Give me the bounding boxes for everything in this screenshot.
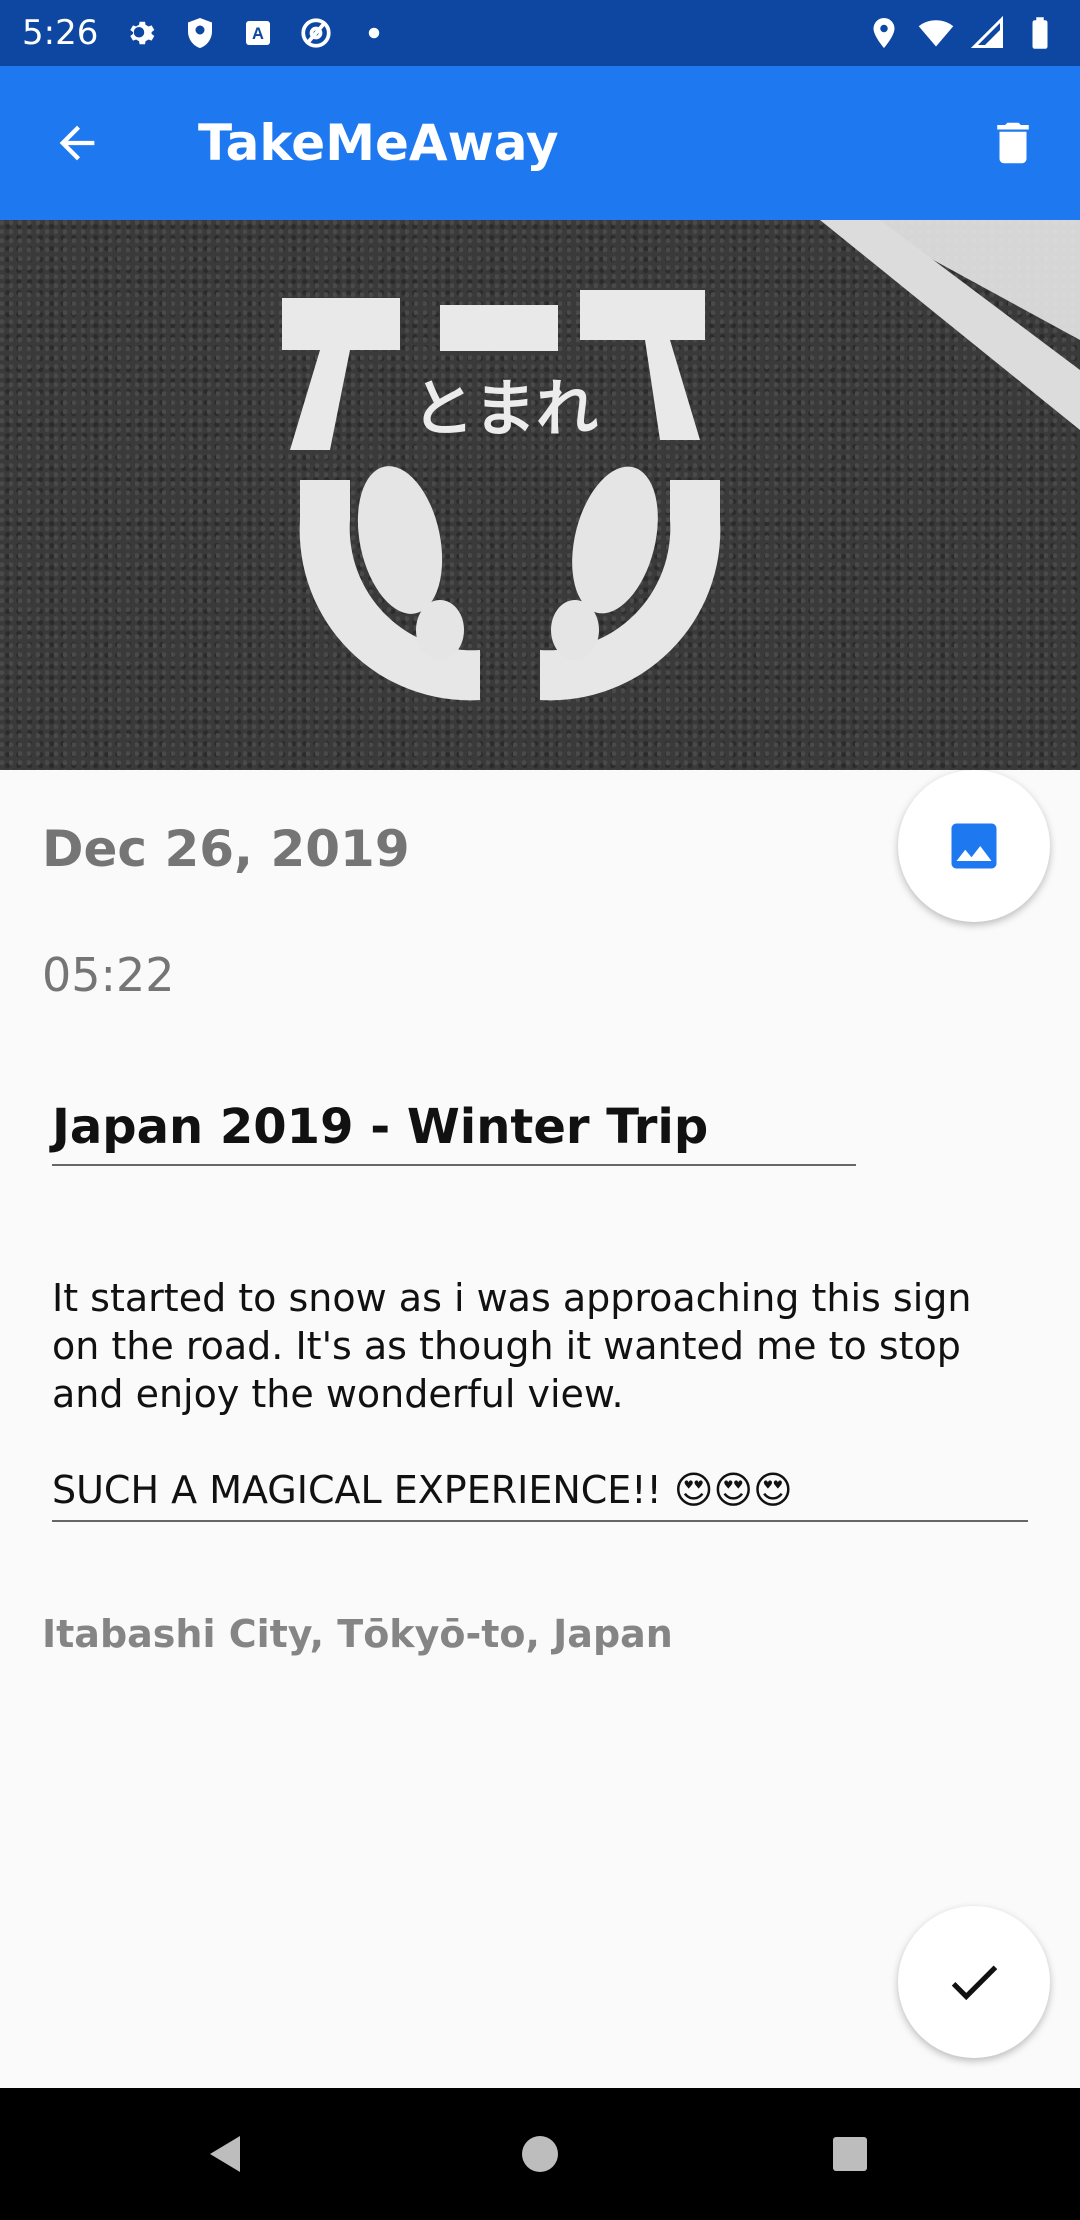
- navigation-bar: [0, 2088, 1080, 2220]
- save-button[interactable]: [898, 1906, 1050, 2058]
- status-bar: 5:26 A: [0, 0, 1080, 66]
- location-icon: [866, 15, 902, 51]
- battery-icon: [1022, 15, 1058, 51]
- notification-icons: A: [124, 15, 392, 51]
- wifi-icon: [918, 15, 954, 51]
- entry-photo: とまれ: [0, 220, 1080, 770]
- description-paragraph: It started to snow as i was approaching …: [52, 1276, 972, 1416]
- pick-image-button[interactable]: [898, 770, 1050, 922]
- nav-back-button[interactable]: [196, 2124, 256, 2184]
- gear-icon: [124, 15, 160, 51]
- nav-recents-button[interactable]: [820, 2124, 880, 2184]
- nav-home-icon: [522, 2136, 558, 2172]
- nav-back-icon: [210, 2136, 240, 2172]
- delete-button[interactable]: [976, 106, 1050, 180]
- nav-home-button[interactable]: [510, 2124, 570, 2184]
- dot-icon: [356, 15, 392, 51]
- entry-title-field[interactable]: Japan 2019 - Winter Trip: [52, 1092, 856, 1166]
- signal-icon: [970, 15, 1006, 51]
- app-bar: TakeMeAway: [0, 66, 1080, 220]
- entry-time[interactable]: 05:22: [42, 948, 175, 1002]
- svg-text:A: A: [252, 25, 264, 43]
- image-icon: [951, 823, 997, 869]
- nav-recents-icon: [833, 2137, 867, 2171]
- entry-date[interactable]: Dec 26, 2019: [42, 820, 410, 878]
- at-icon: [298, 15, 334, 51]
- arrow-back-icon: [59, 125, 95, 161]
- trash-icon: [997, 122, 1029, 164]
- back-button[interactable]: [40, 106, 114, 180]
- font-icon: A: [240, 15, 276, 51]
- status-time: 5:26: [22, 13, 99, 53]
- check-icon: [951, 1965, 998, 2001]
- entry-location: Itabashi City, Tōkyō-to, Japan: [42, 1612, 673, 1656]
- sign-text: とまれ: [412, 372, 598, 445]
- shield-icon: [182, 15, 218, 51]
- description-paragraph: SUCH A MAGICAL EXPERIENCE!! 😍😍😍: [52, 1468, 793, 1512]
- entry-description-field[interactable]: It started to snow as i was approaching …: [52, 1274, 1028, 1522]
- system-icons: [866, 15, 1058, 51]
- app-title: TakeMeAway: [198, 114, 559, 172]
